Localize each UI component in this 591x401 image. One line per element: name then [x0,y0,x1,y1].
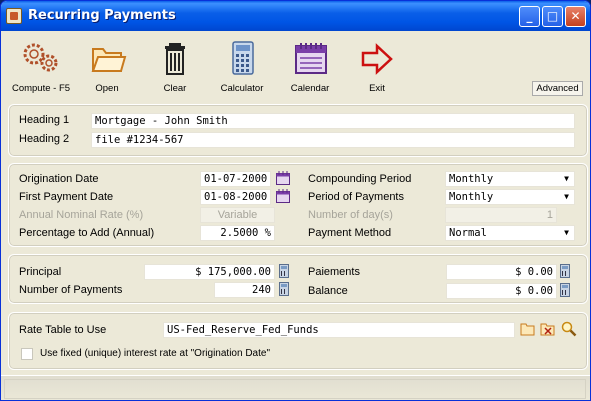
period-payments-value: Monthly [449,191,494,203]
clear-button[interactable]: Clear [143,37,207,95]
compounding-label: Compounding Period [308,173,412,185]
recurring-payments-window: Recurring Payments _ □ ✕ Compute - F5 Op… [0,0,591,401]
compounding-value: Monthly [449,173,494,185]
heading1-input[interactable]: Mortgage - John Smith [91,113,575,129]
num-days-input: 1 [445,207,557,223]
origination-calendar-icon[interactable] [276,171,291,185]
payment-method-select[interactable]: Normal ▼ [445,225,575,241]
payment-method-value: Normal [449,227,487,239]
calendar-label: Calendar [290,83,330,94]
first-payment-calendar-icon[interactable] [276,189,291,203]
annual-rate-input: Variable [200,207,275,223]
rate-table-input[interactable]: US-Fed_Reserve_Fed_Funds [163,322,515,338]
amounts-panel: Principal $ 175,000.00 Number of Payment… [8,254,588,304]
paiements-input[interactable]: $ 0.00 [446,264,557,280]
calendar-icon [295,43,327,74]
calculator-button[interactable]: Calculator [210,37,274,95]
first-payment-input[interactable]: 01-08-2000 [200,189,271,205]
pct-add-input[interactable]: 2.5000 % [200,225,275,241]
rate-table-panel: Rate Table to Use US-Fed_Reserve_Fed_Fun… [8,312,588,370]
compute-label: Compute - F5 [11,83,71,94]
balance-input[interactable]: $ 0.00 [446,283,557,299]
window-title: Recurring Payments [28,8,176,23]
num-days-label: Number of day(s) [308,209,393,221]
balance-calculator-icon[interactable] [560,283,570,297]
calculator-label: Calculator [220,83,264,94]
folder-delete-icon[interactable] [540,322,556,336]
open-button[interactable]: Open [75,37,139,95]
principal-input[interactable]: $ 175,000.00 [144,264,275,280]
trash-icon [165,43,185,75]
status-panel [4,379,586,399]
exit-label: Exit [369,83,385,94]
exit-arrow-icon [361,43,393,75]
num-payments-label: Number of Payments [19,284,123,296]
annual-rate-label: Annual Nominal Rate (%) [19,209,144,221]
compounding-select[interactable]: Monthly ▼ [445,171,575,187]
clear-label: Clear [163,83,187,94]
open-label: Open [95,83,119,94]
terms-panel: Origination Date 01-07-2000 First Paymen… [8,163,588,247]
minimize-button[interactable]: _ [519,6,540,27]
heading2-input[interactable]: file #1234-567 [91,132,575,148]
maximize-button[interactable]: □ [542,6,563,27]
exit-button[interactable]: Exit [345,37,409,95]
folder-icon [91,48,127,72]
origination-date-label: Origination Date [19,173,99,185]
num-payments-input[interactable]: 240 [214,282,275,298]
heading2-label: Heading 2 [19,133,70,145]
first-payment-label: First Payment Date [19,191,114,203]
toolbar: Compute - F5 Open Clear Calculator Calen… [1,33,590,97]
title-bar[interactable]: Recurring Payments _ □ ✕ [1,1,590,31]
period-payments-select[interactable]: Monthly ▼ [445,189,575,205]
paiements-label: Paiements [308,266,360,278]
payment-method-label: Payment Method [308,227,392,239]
fixed-rate-checkbox[interactable] [21,348,33,360]
headings-panel: Heading 1 Mortgage - John Smith Heading … [8,104,588,157]
principal-label: Principal [19,266,62,278]
advanced-button[interactable]: Advanced [532,81,583,96]
gears-icon [23,43,58,72]
rate-table-label: Rate Table to Use [19,324,107,336]
fixed-rate-label: Use fixed (unique) interest rate at "Ori… [40,348,270,359]
balance-label: Balance [308,285,348,297]
status-bar [1,375,590,400]
period-payments-label: Period of Payments [308,191,404,203]
principal-calculator-icon[interactable] [279,264,289,278]
app-icon [6,8,22,24]
folder-open-icon[interactable] [520,322,536,336]
calendar-button[interactable]: Calendar [278,37,342,95]
pct-add-label: Percentage to Add (Annual) [19,227,155,239]
paiements-calculator-icon[interactable] [560,264,570,278]
origination-date-input[interactable]: 01-07-2000 [200,171,271,187]
chevron-down-icon[interactable]: ▼ [560,227,573,239]
close-button[interactable]: ✕ [565,6,586,27]
heading1-label: Heading 1 [19,114,70,126]
calculator-icon [232,41,254,75]
compute-button[interactable]: Compute - F5 [9,37,73,95]
chevron-down-icon[interactable]: ▼ [560,191,573,203]
num-payments-calculator-icon[interactable] [279,282,289,296]
chevron-down-icon[interactable]: ▼ [560,173,573,185]
magnifier-icon[interactable] [561,321,577,337]
